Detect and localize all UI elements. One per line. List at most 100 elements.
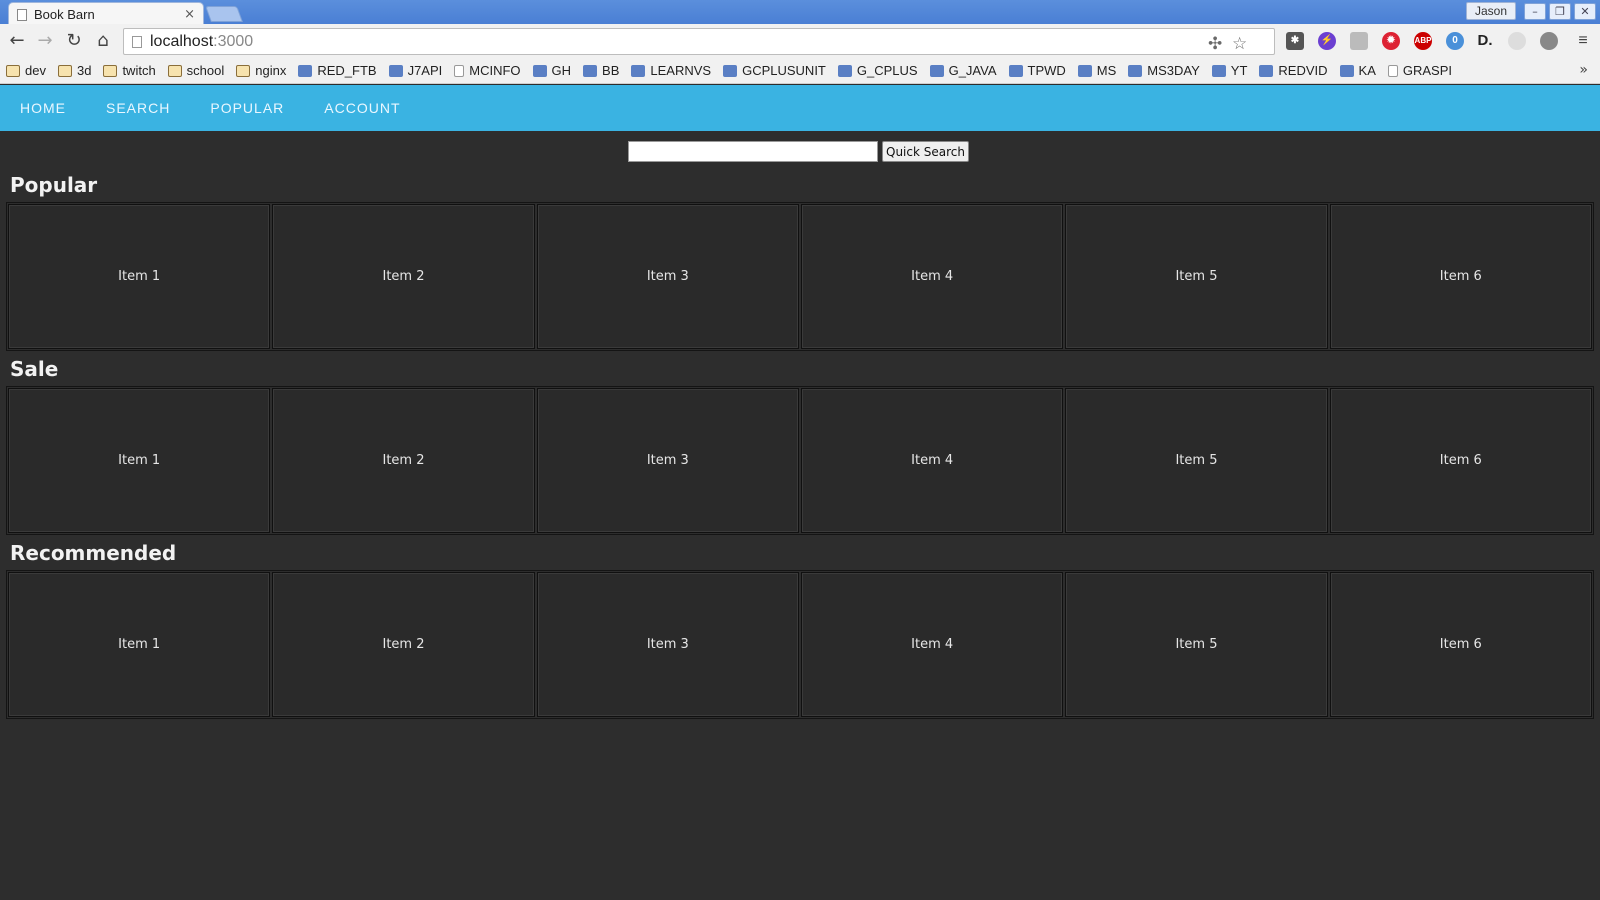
folder-icon [167,64,182,77]
more-bookmarks-icon[interactable]: » [1579,62,1588,78]
reload-icon[interactable]: ↻ [63,31,85,53]
item-card[interactable]: Item 6 [1329,388,1592,533]
item-card[interactable]: Item 1 [8,388,271,533]
bookmark-item[interactable]: GCPLUSUNIT [723,63,826,78]
bookmark-item[interactable]: KA [1339,63,1376,78]
close-window-button[interactable]: ✕ [1574,3,1596,20]
folder-icon [57,64,72,77]
quick-search-input[interactable] [628,141,878,162]
item-card[interactable]: Item 6 [1329,204,1592,349]
profile-user-button[interactable]: Jason [1466,2,1516,20]
menu-icon[interactable]: ≡ [1574,32,1592,50]
extension-gear-icon[interactable]: ✹ [1382,32,1400,50]
page-icon [454,64,465,77]
nav-account[interactable]: ACCOUNT [324,100,400,116]
bookmark-item[interactable]: TPWD [1008,63,1066,78]
bookmark-label: GCPLUSUNIT [742,63,826,78]
item-card[interactable]: Item 3 [536,388,799,533]
extension-face-icon[interactable] [1540,32,1558,50]
quick-search: Quick Search [628,141,969,162]
item-card[interactable]: Item 4 [800,572,1064,717]
item-card[interactable]: Item 2 [272,572,535,717]
bookmark-item[interactable]: G_JAVA [929,63,997,78]
extension-asterisk-icon[interactable]: ✱ [1286,32,1304,50]
item-card[interactable]: Item 5 [1065,388,1328,533]
bookmark-item[interactable]: GRASPI [1387,63,1452,78]
extension-action-icon[interactable]: ✣ [1208,34,1222,54]
new-tab-button[interactable] [205,6,243,22]
bookmark-item[interactable]: J7API [388,63,442,78]
bookmark-item[interactable]: MS3DAY [1128,63,1200,78]
bookmark-item[interactable]: twitch [103,63,156,78]
nav-search[interactable]: SEARCH [106,100,170,116]
extension-bolt-icon[interactable]: ⚡ [1318,32,1336,50]
bookmark-label: G_CPLUS [856,63,918,78]
item-card[interactable]: Item 1 [8,204,271,349]
bookmark-star-icon[interactable]: ☆ [1232,34,1247,54]
back-icon[interactable]: ← [6,31,28,53]
forward-icon[interactable]: → [34,31,56,53]
adblock-icon[interactable]: ABP [1414,32,1432,50]
bookmark-item[interactable]: GH [532,63,572,78]
bookmark-item[interactable]: nginx [236,63,286,78]
bookmark-item[interactable]: YT [1211,63,1248,78]
item-card[interactable]: Item 1 [8,572,271,717]
folder-icon [6,64,20,77]
item-card[interactable]: Item 3 [536,572,799,717]
bookmark-item[interactable]: MCINFO [454,63,521,78]
site-favicon-icon [1128,64,1143,77]
page-icon [1387,64,1398,77]
restore-button[interactable]: ❐ [1549,3,1571,20]
bookmark-item[interactable]: REDVID [1259,63,1328,78]
item-card[interactable]: Item 2 [272,388,535,533]
bookmark-item[interactable]: 3d [57,63,91,78]
address-bar[interactable]: localhost :3000 ✣ ☆ [123,28,1275,55]
ghostery-icon[interactable]: 0 [1446,32,1464,50]
bookmarks-bar: dev 3d twitch school nginx RED_FTB J7API MCINFO… [0,58,1600,84]
bookmark-label: BB [602,63,620,78]
quick-search-button[interactable]: Quick Search [882,141,969,162]
bookmark-item[interactable]: MS [1077,63,1116,78]
bookmark-item[interactable]: RED_FTB [298,63,377,78]
bookmark-label: GH [551,63,572,78]
extension-d-icon[interactable]: D. [1476,32,1494,50]
site-favicon-icon [1339,64,1354,77]
recommended-grid: Item 1 Item 2 Item 3 Item 4 Item 5 Item 6 [6,570,1594,719]
item-card[interactable]: Item 2 [272,204,535,349]
page-icon [17,8,27,21]
bookmark-item[interactable]: school [167,63,224,78]
url-port: :3000 [213,32,254,50]
bookmark-item[interactable]: G_CPLUS [837,63,918,78]
sale-grid: Item 1 Item 2 Item 3 Item 4 Item 5 Item 6 [6,386,1594,535]
site-favicon-icon [298,64,313,77]
bookmark-label: TPWD [1027,63,1066,78]
extension-grid-icon[interactable] [1350,32,1368,50]
nav-home[interactable]: HOME [20,100,66,116]
bookmark-label: G_JAVA [948,63,997,78]
bookmark-label: MS3DAY [1147,63,1200,78]
item-card[interactable]: Item 4 [800,388,1064,533]
main-content: Quick Search Popular Item 1 Item 2 Item 3I… [0,131,1600,900]
tab-close-icon[interactable]: × [184,7,195,22]
bookmark-item[interactable]: BB [583,63,619,78]
minimize-button[interactable]: – [1524,3,1546,20]
extension-circle-icon[interactable] [1508,32,1526,50]
item-card[interactable]: Item 5 [1065,204,1328,349]
bookmark-item[interactable]: LEARNVS [631,63,711,78]
home-icon[interactable]: ⌂ [92,31,114,53]
section-title-sale: Sale [10,357,59,381]
item-card[interactable]: Item 4 [800,204,1064,349]
browser-tab[interactable]: Book Barn × [8,2,204,26]
site-favicon-icon [929,64,944,77]
site-favicon-icon [1008,64,1023,77]
section-title-recommended: Recommended [10,541,177,565]
nav-popular[interactable]: POPULAR [210,100,284,116]
browser-toolbar: ← → ↻ ⌂ localhost :3000 ✣ ☆ ✱ ⚡ ✹ ABP 0 … [0,24,1600,58]
item-card[interactable]: Item 3 [536,204,799,349]
bookmark-label: YT [1230,63,1248,78]
item-card[interactable]: Item 5 [1065,572,1328,717]
site-favicon-icon [1077,64,1092,77]
item-card[interactable]: Item 6 [1329,572,1592,717]
bookmark-label: LEARNVS [650,63,712,78]
bookmark-item[interactable]: dev [6,63,46,78]
